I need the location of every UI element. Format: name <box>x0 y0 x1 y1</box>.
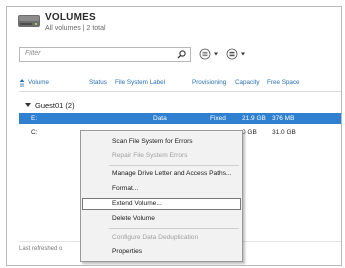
last-refreshed-text: Last refreshed o <box>19 246 63 252</box>
collapse-triangle-icon[interactable] <box>25 103 31 107</box>
cell-free-space: 376 MB <box>272 115 295 122</box>
menu-item-properties[interactable]: Properties <box>82 246 241 258</box>
page-title: VOLUMES <box>45 12 96 23</box>
group-label: Guest01 (2) <box>35 101 75 110</box>
list-view-icon <box>199 48 218 60</box>
menu-item-repair-file-system: Repair File System Errors <box>112 152 188 159</box>
column-header-provisioning[interactable]: Provisioning <box>192 79 226 86</box>
column-header-capacity[interactable]: Capacity <box>235 79 260 86</box>
menu-separator <box>109 228 239 229</box>
column-header-status[interactable]: Status <box>89 79 107 86</box>
menu-item-delete-volume[interactable]: Delete Volume <box>82 213 241 225</box>
filter-input[interactable] <box>20 48 145 59</box>
group-header-guest01[interactable]: Guest01 (2) <box>25 101 75 110</box>
volume-count-subtitle: All volumes | 2 total <box>45 25 106 32</box>
header-divider <box>19 91 341 92</box>
volumes-panel: VOLUMES All volumes | 2 total Filter Vol… <box>6 6 342 266</box>
volume-drive-icon <box>18 15 40 27</box>
cell-volume: C: <box>31 129 38 136</box>
table-header: Volume Status File System Label Provisio… <box>19 79 341 89</box>
cell-free-space: 31.0 GB <box>272 129 296 136</box>
cell-capacity: 0 GB <box>242 129 257 136</box>
search-icon[interactable] <box>177 50 186 59</box>
group-by-button[interactable] <box>226 48 254 60</box>
menu-item-scan-file-system[interactable]: Scan File System for Errors <box>82 136 241 148</box>
filter-field[interactable] <box>19 47 191 62</box>
cell-label: Data <box>153 115 167 122</box>
sort-icon[interactable] <box>19 79 25 87</box>
table-row[interactable]: E: Data Fixed 21.9 GB 376 MB <box>19 113 341 124</box>
group-by-icon <box>226 48 245 60</box>
cell-provisioning: Fixed <box>210 115 226 122</box>
cell-volume: E: <box>31 115 38 122</box>
menu-item-extend-volume[interactable]: Extend Volume... <box>82 198 241 210</box>
menu-separator <box>109 165 239 166</box>
column-header-free-space[interactable]: Free Space <box>267 79 300 86</box>
menu-item-configure-deduplication: Configure Data Deduplication <box>112 234 199 241</box>
cell-capacity: 21.9 GB <box>242 115 266 122</box>
column-header-volume[interactable]: Volume <box>28 79 49 86</box>
context-menu: Scan File System for Errors Repair File … <box>80 130 243 262</box>
list-view-button[interactable] <box>199 48 227 60</box>
menu-item-format[interactable]: Format... <box>82 183 241 195</box>
column-header-file-system-label[interactable]: File System Label <box>115 79 165 86</box>
menu-item-manage-drive-letter[interactable]: Manage Drive Letter and Access Paths... <box>82 168 241 180</box>
